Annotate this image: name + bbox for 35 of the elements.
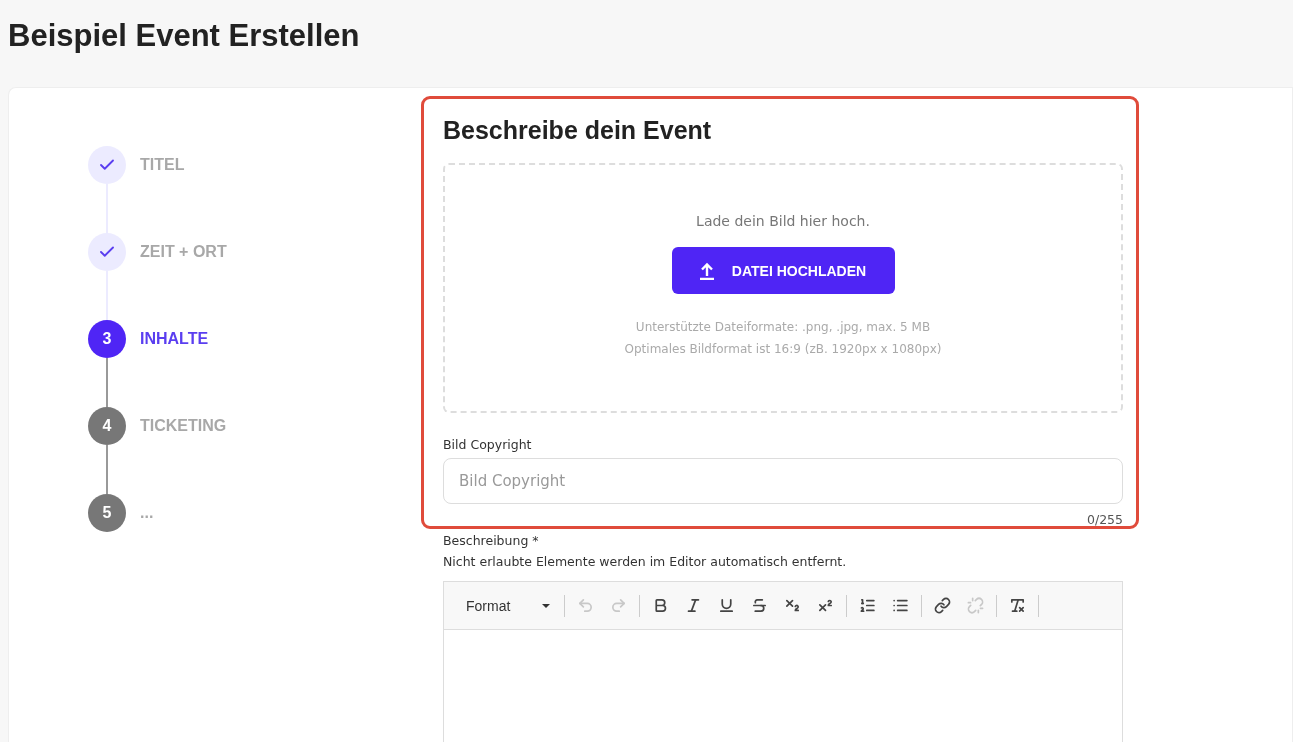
step-circle[interactable]: 3 <box>88 320 126 358</box>
strike-icon <box>751 597 768 614</box>
step-circle[interactable]: 5 <box>88 494 126 532</box>
copyright-input[interactable]: Bild Copyright <box>443 458 1123 504</box>
step-label[interactable]: INHALTE <box>140 330 209 348</box>
rich-text-editor[interactable]: Format <box>443 581 1123 742</box>
upload-prompt: Lade dein Bild hier hoch. <box>696 213 870 229</box>
step-circle[interactable] <box>88 146 126 184</box>
italic-icon <box>685 597 702 614</box>
link-icon <box>934 597 951 614</box>
step-circle[interactable]: 4 <box>88 407 126 445</box>
char-counter: 0/255 <box>1086 512 1123 527</box>
format-dropdown[interactable]: Format <box>456 597 560 614</box>
page-title: Beispiel Event Erstellen <box>7 17 361 55</box>
section-title: Beschreibe dein Event <box>443 116 713 145</box>
upload-dropzone[interactable]: Lade dein Bild hier hoch. DATEI HOCHLADEN Unterstützte Dateiformate: .png, .jpg, max. 5 MB Optimales Bildformat ist 16:9 (zB. 1920px x 1080px) <box>443 163 1123 413</box>
bullet-list-icon <box>892 597 909 614</box>
upload-icon <box>699 261 714 280</box>
undo-icon <box>577 597 594 614</box>
unlink-icon <box>967 597 984 614</box>
superscript-icon <box>817 597 834 614</box>
upload-button[interactable]: DATEI HOCHLADEN <box>671 247 895 294</box>
step-circle[interactable] <box>88 233 126 271</box>
upload-hint: Unterstützte Dateiformate: .png, .jpg, max. 5 MB <box>635 319 931 336</box>
underline-icon <box>718 597 735 614</box>
editor-note: Nicht erlaubte Elemente werden im Editor automatisch entfernt. <box>443 554 847 569</box>
subscript-icon <box>784 597 801 614</box>
ordered-list-icon <box>859 597 876 614</box>
field-label: Beschreibung * <box>443 533 539 548</box>
upload-hint: Optimales Bildformat ist 16:9 (zB. 1920px x 1080px) <box>624 341 942 358</box>
caret-icon <box>542 603 550 608</box>
bold-icon <box>652 597 669 614</box>
redo-icon <box>610 597 627 614</box>
clear-format-icon <box>1009 597 1026 614</box>
field-label: Bild Copyright <box>443 437 532 452</box>
